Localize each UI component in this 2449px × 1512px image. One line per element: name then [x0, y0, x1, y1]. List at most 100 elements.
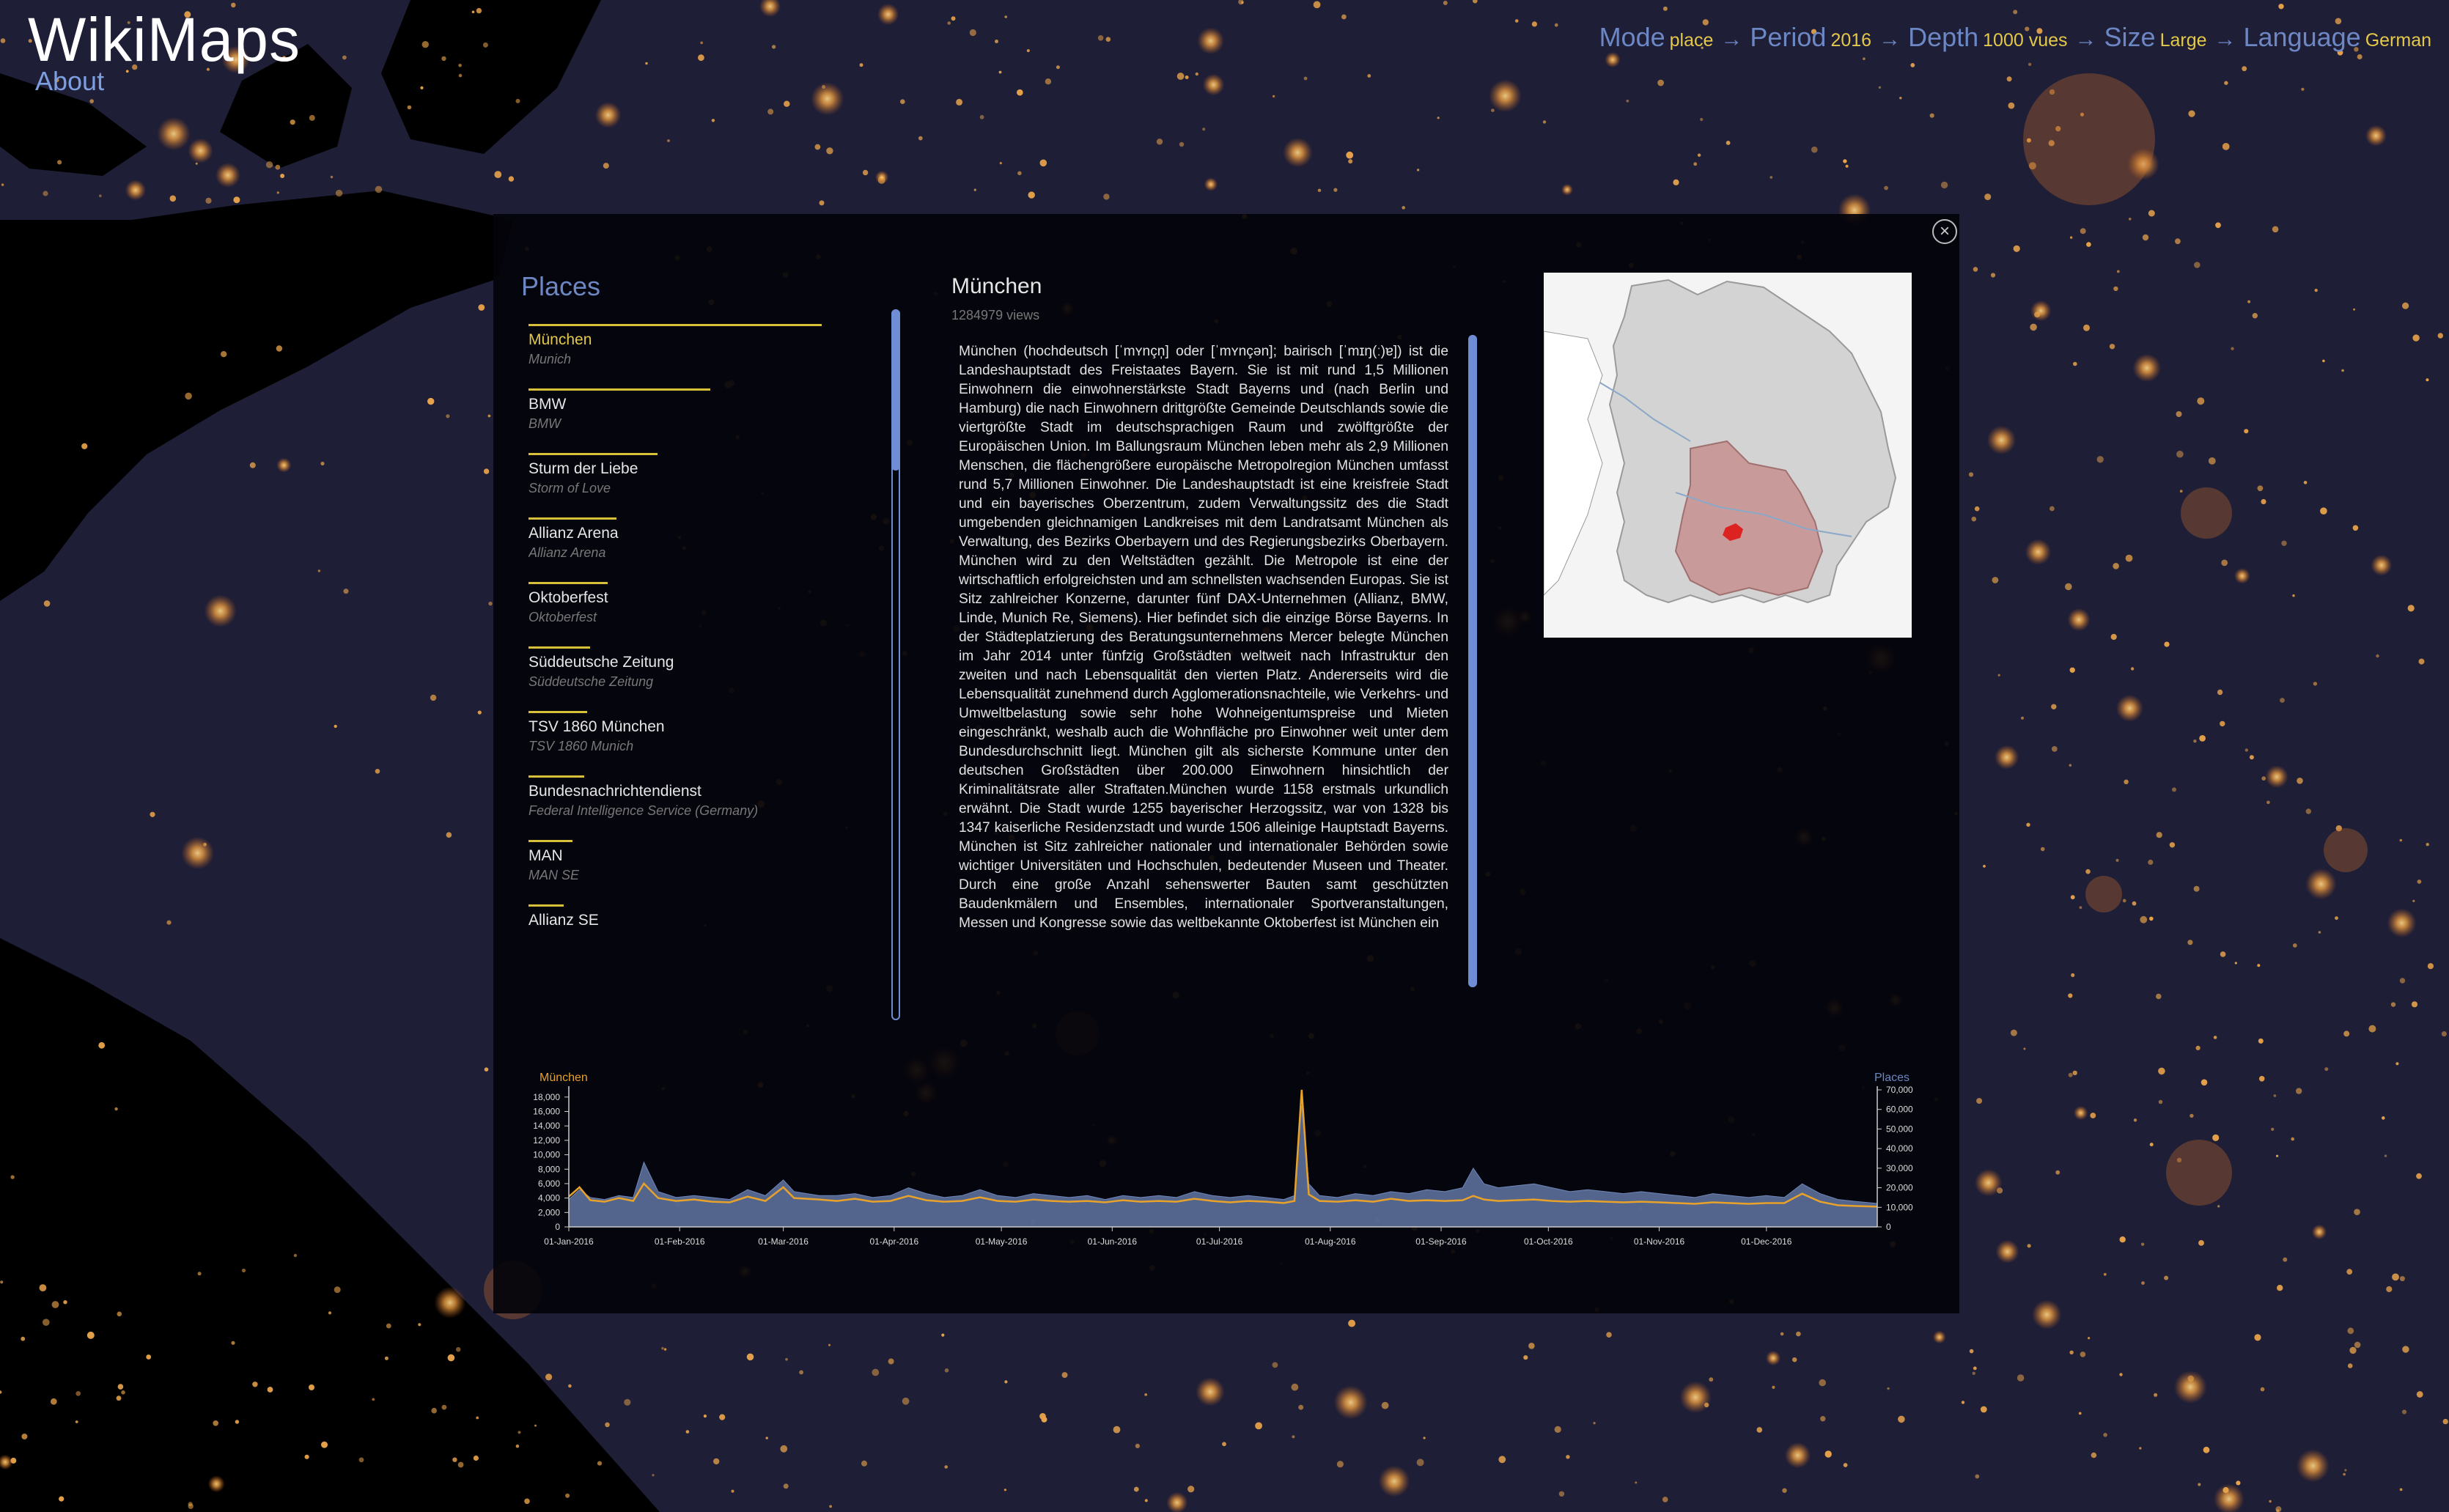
city-light	[2412, 899, 2415, 902]
place-item[interactable]: Süddeutsche Zeitung Süddeutsche Zeitung	[529, 646, 873, 711]
city-light	[317, 569, 321, 572]
city-light	[2122, 899, 2126, 903]
article-text: München (hochdeutsch [ˈmʏnçn̩] oder [ˈmʏ…	[959, 344, 1448, 931]
city-light	[2069, 764, 2072, 767]
city-light	[2212, 1134, 2220, 1141]
city-light	[2067, 608, 2091, 632]
nav-depth-value[interactable]: 1000 vues	[1983, 30, 2067, 51]
nav-language-label[interactable]: Language	[2244, 22, 2361, 52]
place-name[interactable]: BMW	[529, 395, 873, 414]
place-item[interactable]: Bundesnachrichtendienst Federal Intellige…	[529, 775, 873, 840]
city-light	[2030, 300, 2052, 322]
city-light	[2115, 858, 2119, 862]
city-light	[2257, 485, 2264, 492]
city-light	[2086, 242, 2091, 247]
city-light	[434, 1286, 466, 1319]
nav-size-label[interactable]: Size	[2104, 22, 2156, 52]
y-left-tick-label: 4,000	[538, 1193, 560, 1203]
place-name[interactable]: Oktoberfest	[529, 589, 873, 608]
place-item[interactable]: MAN MAN SE	[529, 840, 873, 904]
place-item[interactable]: Allianz SEAllianz	[529, 904, 873, 925]
city-light	[2088, 1337, 2091, 1340]
place-item[interactable]: BMW BMW	[529, 388, 873, 453]
city-light	[2069, 236, 2073, 239]
city-light	[2073, 1105, 2088, 1121]
nav-period-value[interactable]: 2016	[1830, 30, 1871, 51]
nav-depth-label[interactable]: Depth	[1908, 22, 1978, 52]
place-name[interactable]: Allianz SE	[529, 911, 873, 925]
x-tick-label: 01-May-2016	[976, 1236, 1028, 1247]
city-light	[2387, 908, 2417, 938]
city-light	[2124, 779, 2129, 785]
place-name[interactable]: München	[529, 331, 873, 350]
place-item[interactable]: Oktoberfest Oktoberfest	[529, 582, 873, 646]
article-scrollbar[interactable]	[1468, 335, 1477, 987]
place-name[interactable]: Sturm der Liebe	[529, 460, 873, 479]
city-light	[822, 85, 826, 89]
city-light	[2215, 222, 2221, 229]
city-light	[995, 40, 998, 43]
city-light	[1796, 1331, 1801, 1337]
city-light	[2103, 1433, 2107, 1437]
city-light	[1980, 1406, 1987, 1413]
nav-size-value[interactable]: Large	[2160, 30, 2207, 51]
city-light	[1976, 1098, 1983, 1105]
nav-language-value[interactable]: German	[2365, 30, 2431, 51]
city-light	[2335, 916, 2338, 921]
city-light	[407, 105, 412, 110]
places-scrollbar[interactable]	[891, 309, 900, 1020]
city-light	[902, 1397, 910, 1405]
city-light	[1558, 1491, 1565, 1497]
city-light	[330, 175, 334, 179]
places-scrollbar-thumb[interactable]	[891, 309, 900, 471]
city-light	[1028, 191, 1035, 199]
place-name[interactable]: Süddeutsche Zeitung	[529, 653, 873, 672]
app-logo[interactable]: WikiMaps	[28, 4, 301, 75]
city-light	[1932, 1330, 1946, 1344]
city-light	[518, 1431, 521, 1434]
about-link[interactable]: About	[35, 66, 104, 97]
city-light	[1700, 117, 1704, 122]
close-icon[interactable]: ×	[1932, 219, 1957, 244]
place-item[interactable]: Sturm der Liebe Storm of Love	[529, 453, 873, 517]
city-light	[2427, 963, 2434, 970]
city-light	[2249, 755, 2254, 760]
city-light	[605, 1422, 610, 1428]
place-name[interactable]: MAN	[529, 847, 873, 866]
nav-mode-value[interactable]: place	[1670, 30, 1714, 51]
city-light	[1990, 273, 1996, 278]
city-light	[2154, 1393, 2158, 1397]
city-light	[304, 1454, 309, 1459]
nav-period-label[interactable]: Period	[1750, 22, 1826, 52]
city-light	[2354, 1209, 2360, 1215]
city-light	[1884, 185, 1889, 191]
places-list[interactable]: München Munich BMW BMW Sturm der Liebe Storm …	[529, 324, 873, 925]
city-light	[645, 62, 648, 65]
article-scrollbar-thumb[interactable]	[1468, 335, 1477, 987]
place-name[interactable]: Bundesnachrichtendienst	[529, 782, 873, 801]
place-translation: Oktoberfest	[529, 610, 597, 624]
city-light	[157, 117, 191, 151]
city-light	[1845, 164, 1849, 168]
place-name[interactable]: TSV 1860 München	[529, 718, 873, 737]
city-light	[2193, 885, 2200, 892]
place-name[interactable]: Allianz Arena	[529, 524, 873, 543]
city-light	[2266, 800, 2270, 805]
city-light	[188, 1502, 193, 1507]
place-item[interactable]: München Munich	[529, 324, 873, 388]
nav-mode-label[interactable]: Mode	[1599, 22, 1665, 52]
city-light	[1291, 1383, 1299, 1391]
city-light	[471, 10, 475, 14]
y-left-tick-label: 6,000	[538, 1179, 560, 1189]
city-light	[207, 1475, 225, 1493]
city-light	[785, 1357, 788, 1361]
city-light	[2113, 286, 2118, 292]
city-light	[2278, 4, 2284, 10]
city-light	[2079, 906, 2082, 910]
place-translation: TSV 1860 Munich	[529, 739, 634, 753]
city-light	[918, 136, 923, 141]
city-light	[320, 461, 325, 466]
place-item[interactable]: Allianz Arena Allianz Arena	[529, 517, 873, 582]
y-left-tick-label: 18,000	[533, 1092, 560, 1102]
place-item[interactable]: TSV 1860 München TSV 1860 Munich	[529, 711, 873, 775]
